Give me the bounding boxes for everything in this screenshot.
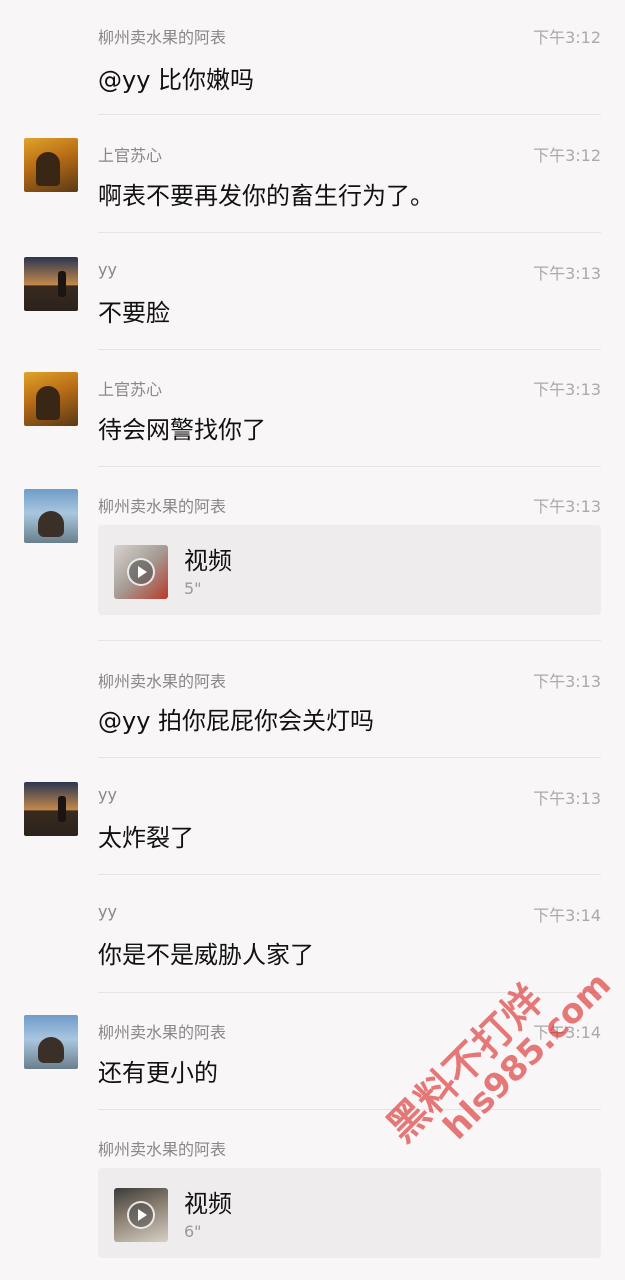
video-label: 视频 — [184, 547, 232, 575]
divider — [98, 114, 601, 115]
sunset-avatar-icon[interactable] — [24, 782, 78, 836]
chat-feed: 柳州卖水果的阿表 下午3:12 @yy 比你嫩吗 上官苏心 下午3:12 啊表不… — [0, 0, 625, 1280]
sender-name: 柳州卖水果的阿表 — [98, 1023, 227, 1042]
sender-name: yy — [98, 260, 117, 279]
video-duration: 6" — [184, 1222, 202, 1241]
message-row[interactable]: 柳州卖水果的阿表 下午3:12 @yy 比你嫩吗 — [0, 0, 625, 116]
message-text: 还有更小的 — [98, 1059, 218, 1087]
timestamp: 下午3:13 — [533, 789, 601, 808]
message-row[interactable]: 柳州卖水果的阿表 下午3:13 视频 5" — [0, 467, 625, 641]
sender-name: 柳州卖水果的阿表 — [98, 497, 227, 516]
timestamp: 下午3:14 — [533, 1023, 601, 1042]
man-avatar-icon[interactable] — [24, 489, 78, 543]
video-message-card[interactable]: 视频 6" — [98, 1168, 601, 1258]
message-text: @yy 比你嫩吗 — [98, 66, 255, 94]
timestamp: 下午3:13 — [533, 264, 601, 283]
message-row[interactable]: 上官苏心 下午3:12 啊表不要再发你的畜生行为了。 — [0, 116, 625, 233]
message-text: @yy 拍你屁屁你会关灯吗 — [98, 707, 375, 735]
message-row[interactable]: 柳州卖水果的阿表 下午3:13 @yy 拍你屁屁你会关灯吗 — [0, 641, 625, 758]
timestamp: 下午3:13 — [533, 497, 601, 516]
sender-name: 上官苏心 — [98, 380, 163, 399]
sender-name: 柳州卖水果的阿表 — [98, 672, 227, 691]
message-row[interactable]: yy 下午3:13 不要脸 — [0, 233, 625, 350]
message-row[interactable]: 柳州卖水果的阿表 视频 6" — [0, 1110, 625, 1280]
timestamp: 下午3:13 — [533, 672, 601, 691]
video-label: 视频 — [184, 1190, 232, 1218]
message-row[interactable]: yy 下午3:14 你是不是威胁人家了 — [0, 875, 625, 993]
sender-name: 柳州卖水果的阿表 — [98, 28, 227, 47]
sender-name: 柳州卖水果的阿表 — [98, 1140, 227, 1159]
timestamp: 下午3:12 — [533, 28, 601, 47]
video-thumbnail[interactable] — [114, 1188, 168, 1242]
sunset-avatar-icon[interactable] — [24, 257, 78, 311]
message-row[interactable]: 柳州卖水果的阿表 下午3:14 还有更小的 — [0, 993, 625, 1110]
timestamp: 下午3:13 — [533, 380, 601, 399]
sender-name: 上官苏心 — [98, 146, 163, 165]
message-text: 太炸裂了 — [98, 824, 194, 852]
sender-name: yy — [98, 785, 117, 804]
timestamp: 下午3:12 — [533, 146, 601, 165]
video-thumbnail[interactable] — [114, 545, 168, 599]
video-message-card[interactable]: 视频 5" — [98, 525, 601, 615]
message-text: 待会网警找你了 — [98, 416, 266, 444]
play-icon[interactable] — [127, 558, 155, 586]
woman-avatar-icon[interactable] — [24, 372, 78, 426]
woman-avatar-icon[interactable] — [24, 138, 78, 192]
message-row[interactable]: 上官苏心 下午3:13 待会网警找你了 — [0, 350, 625, 467]
man-avatar-icon[interactable] — [24, 1015, 78, 1069]
message-text: 不要脸 — [98, 299, 170, 327]
sender-name: yy — [98, 902, 117, 921]
play-icon[interactable] — [127, 1201, 155, 1229]
message-text: 你是不是威胁人家了 — [98, 941, 314, 969]
timestamp: 下午3:14 — [533, 906, 601, 925]
message-row[interactable]: yy 下午3:13 太炸裂了 — [0, 758, 625, 875]
video-duration: 5" — [184, 579, 202, 598]
message-text: 啊表不要再发你的畜生行为了。 — [98, 182, 434, 210]
